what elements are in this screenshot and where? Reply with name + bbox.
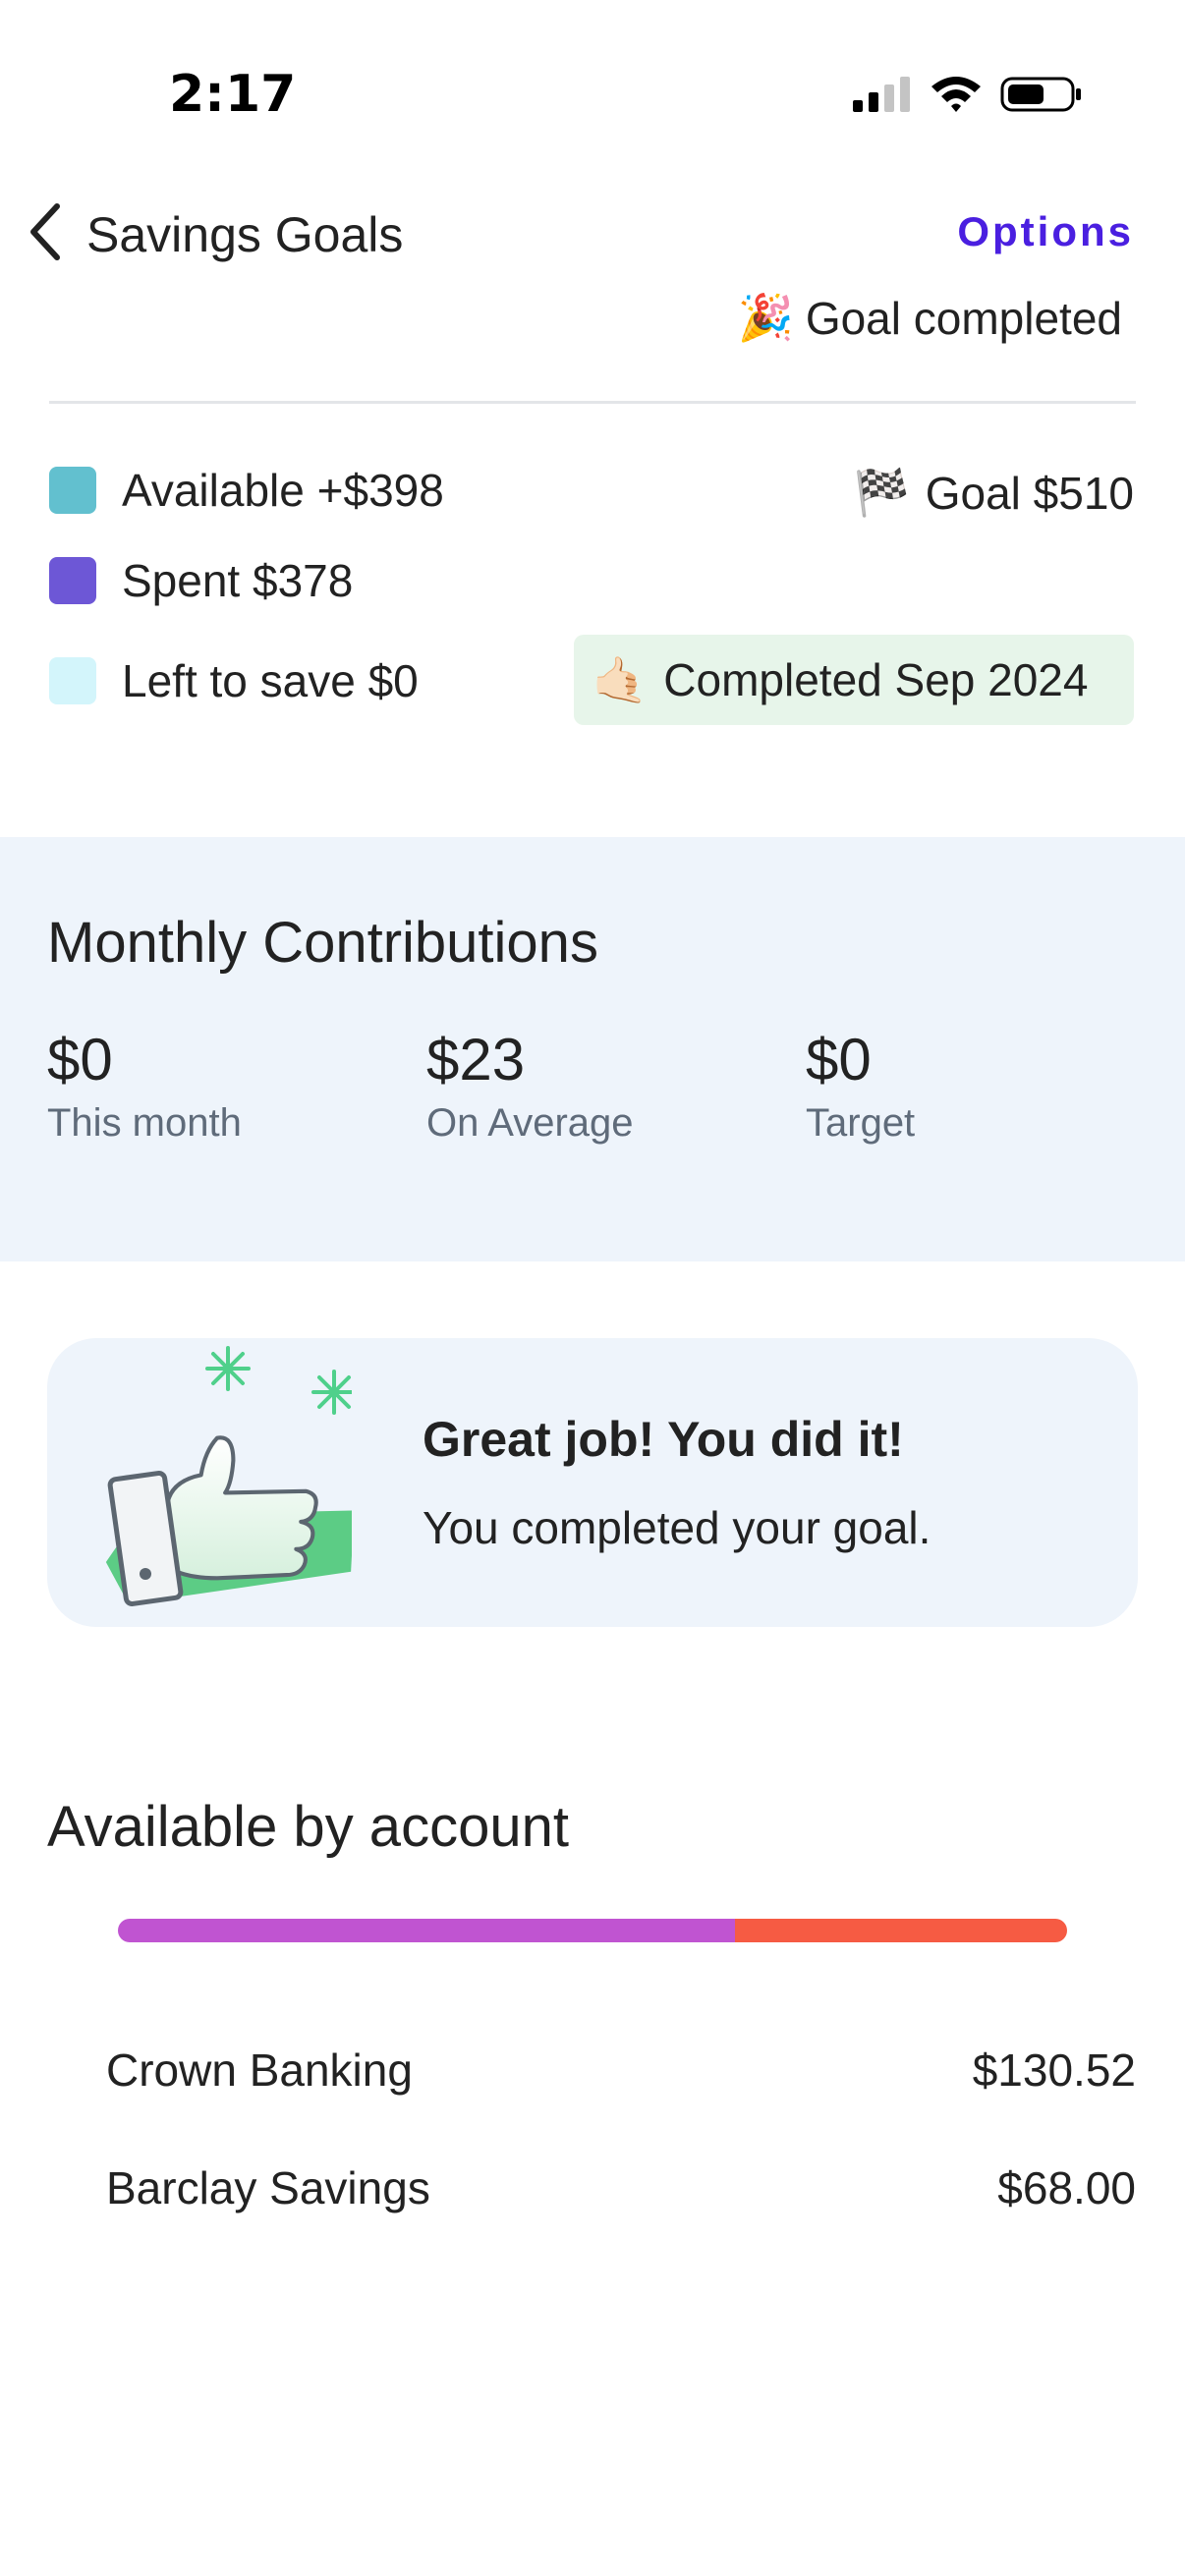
account-name: Crown Banking — [106, 2044, 413, 2096]
stat-label: On Average — [426, 1101, 634, 1145]
status-bar: 2:17 — [0, 0, 1185, 187]
signal-icon — [853, 75, 912, 119]
legend-label: Available +$398 — [122, 465, 444, 516]
account-row-barclay-savings[interactable]: Barclay Savings $68.00 — [106, 2161, 1136, 2214]
congrats-title: Great job! You did it! — [423, 1412, 904, 1467]
section-title: Available by account — [47, 1795, 569, 1859]
back-label: Savings Goals — [86, 206, 404, 262]
checkered-flag-icon: 🏁 — [853, 467, 910, 518]
legend-left-to-save: Left to save $0 — [49, 654, 419, 707]
options-button[interactable]: Options — [957, 208, 1134, 255]
status-time: 2:17 — [169, 65, 297, 124]
account-amount: $68.00 — [997, 2162, 1136, 2213]
completed-badge-text: Completed Sep 2024 — [663, 654, 1089, 705]
goal-status-text: Goal completed — [805, 292, 1122, 344]
congrats-card: Great job! You did it! You completed you… — [47, 1338, 1138, 1627]
battery-icon — [1000, 75, 1083, 119]
thumbs-up-icon — [96, 1338, 357, 1627]
party-popper-icon: 🎉 — [737, 292, 794, 343]
stat-value: $23 — [426, 1027, 526, 1092]
account-distribution-bar — [118, 1919, 1067, 1942]
goal-status: 🎉 Goal completed — [738, 291, 1122, 345]
stat-label: Target — [806, 1101, 916, 1145]
back-button[interactable]: Savings Goals — [26, 200, 403, 268]
call-me-hand-icon: 🤙🏻 — [592, 653, 649, 705]
monthly-contributions: Monthly Contributions $0 This month $23 … — [0, 837, 1185, 1261]
stat-label: This month — [47, 1101, 242, 1145]
status-icons — [853, 75, 1083, 119]
goal-amount-text: Goal $510 — [925, 467, 1134, 519]
nav-bar: Savings Goals Options — [0, 187, 1185, 285]
chevron-left-icon — [26, 200, 65, 268]
divider — [49, 401, 1136, 404]
legend-label: Left to save $0 — [122, 655, 419, 706]
spent-swatch — [49, 557, 96, 604]
completed-badge: 🤙🏻 Completed Sep 2024 — [574, 635, 1134, 725]
stat-value: $0 — [806, 1027, 872, 1092]
account-name: Barclay Savings — [106, 2162, 430, 2213]
stat-on-average: $23 On Average — [426, 1026, 634, 1146]
stat-value: $0 — [47, 1027, 113, 1092]
legend-available: Available +$398 — [49, 464, 444, 517]
available-swatch — [49, 467, 96, 514]
stat-target: $0 Target — [806, 1026, 915, 1146]
left-to-save-swatch — [49, 657, 96, 704]
legend-label: Spent $378 — [122, 555, 354, 606]
stat-this-month: $0 This month — [47, 1026, 242, 1146]
section-title: Monthly Contributions — [47, 911, 598, 975]
account-amount: $130.52 — [972, 2044, 1136, 2096]
account-row-crown-banking[interactable]: Crown Banking $130.52 — [106, 2044, 1136, 2097]
wifi-icon — [930, 75, 983, 119]
account-bar-segment — [118, 1919, 735, 1942]
account-bar-segment — [734, 1919, 1067, 1942]
goal-amount: 🏁 Goal $510 — [853, 466, 1134, 520]
congrats-subtitle: You completed your goal. — [423, 1502, 931, 1553]
legend-spent: Spent $378 — [49, 554, 353, 607]
